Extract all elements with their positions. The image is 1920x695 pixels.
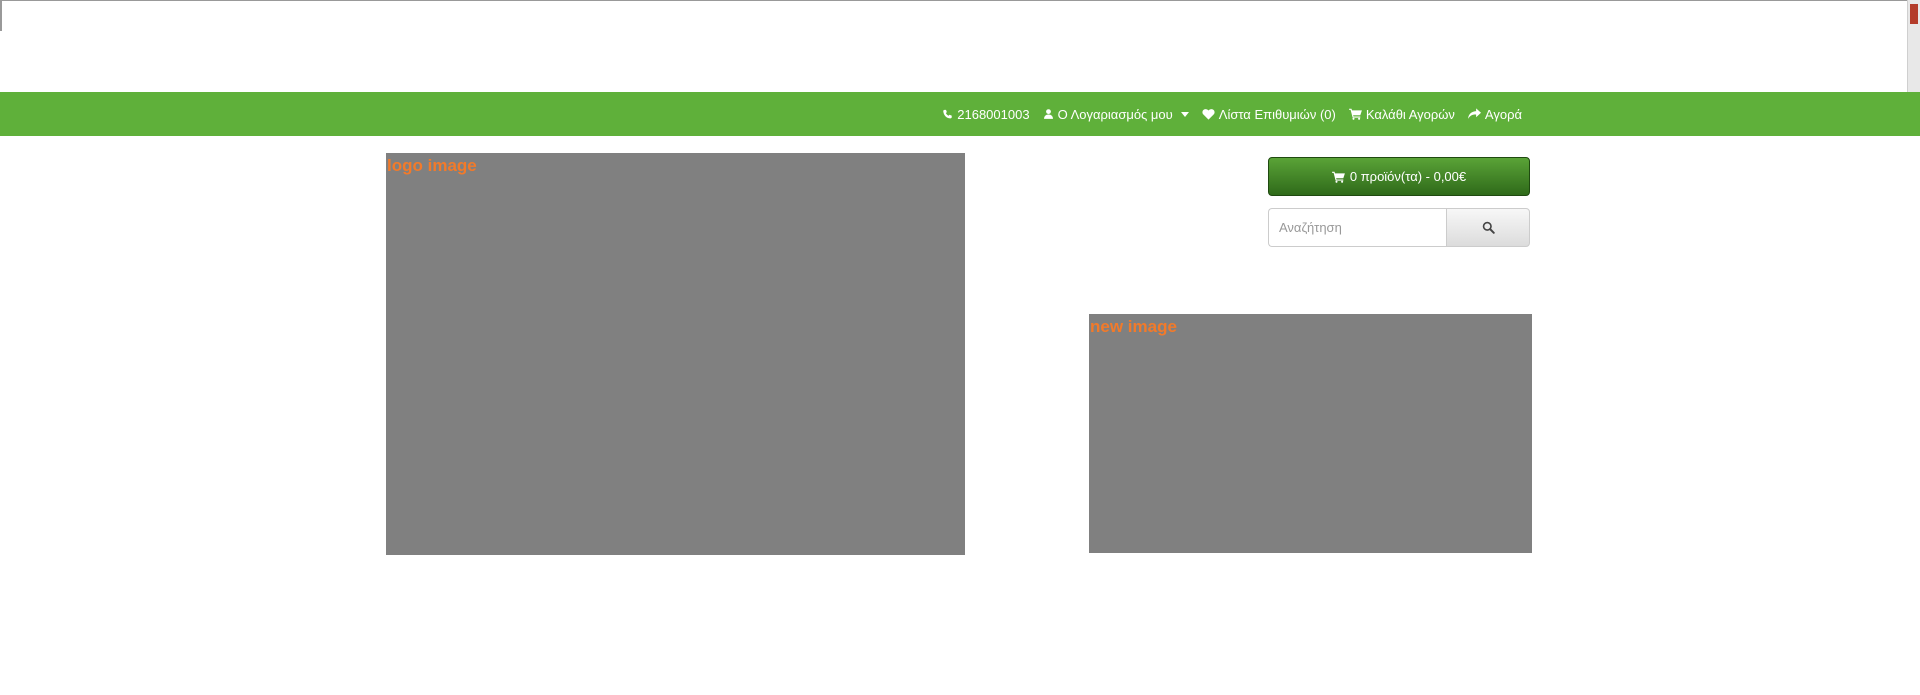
share-icon — [1467, 108, 1481, 119]
shopping-cart-link[interactable]: Καλάθι Αγορών — [1348, 106, 1455, 122]
wishlist-link[interactable]: Λίστα Επιθυμιών (0) — [1202, 107, 1336, 122]
wishlist-label: Λίστα Επιθυμιών (0) — [1218, 106, 1336, 122]
checkout-link[interactable]: Αγορά — [1467, 106, 1522, 122]
scrollbar-thumb[interactable] — [1910, 4, 1918, 24]
cart-total-label: 0 προϊόν(τα) - 0,00€ — [1349, 169, 1467, 184]
browser-top-strip — [0, 0, 1920, 92]
caret-down-icon — [1180, 111, 1189, 117]
logo-alt-text: logo image — [387, 156, 477, 175]
heart-icon — [1202, 109, 1215, 120]
search-icon — [1482, 221, 1495, 234]
phone-number: 2168001003 — [957, 106, 1030, 122]
new-image-alt-text: new image — [1090, 317, 1177, 336]
phone-icon — [943, 109, 953, 118]
phone-link[interactable]: 2168001003 — [942, 106, 1030, 122]
search-bar — [1268, 208, 1530, 247]
cart-total-button[interactable]: 0 προϊόν(τα) - 0,00€ — [1268, 157, 1530, 196]
top-navbar: 2168001003 Ο Λογαριασμός μου Λίστα Επιθυ… — [0, 92, 1920, 136]
scrollbar[interactable] — [1907, 0, 1920, 92]
account-label: Ο Λογαριασμός μου — [1057, 106, 1173, 122]
account-dropdown[interactable]: Ο Λογαριασμός μου — [1043, 107, 1189, 122]
checkout-label: Αγορά — [1484, 106, 1522, 122]
logo-image[interactable]: logo image — [386, 153, 965, 555]
shopping-cart-icon — [1348, 108, 1362, 120]
shopping-cart-label: Καλάθι Αγορών — [1365, 106, 1455, 122]
shopping-cart-icon — [1331, 171, 1345, 183]
user-icon — [1043, 109, 1053, 119]
new-banner-image[interactable]: new image — [1089, 314, 1532, 553]
top-links: 2168001003 Ο Λογαριασμός μου Λίστα Επιθυ… — [942, 92, 1522, 136]
search-input[interactable] — [1268, 208, 1446, 247]
left-edge-marker — [0, 1, 2, 31]
search-button[interactable] — [1446, 208, 1530, 247]
